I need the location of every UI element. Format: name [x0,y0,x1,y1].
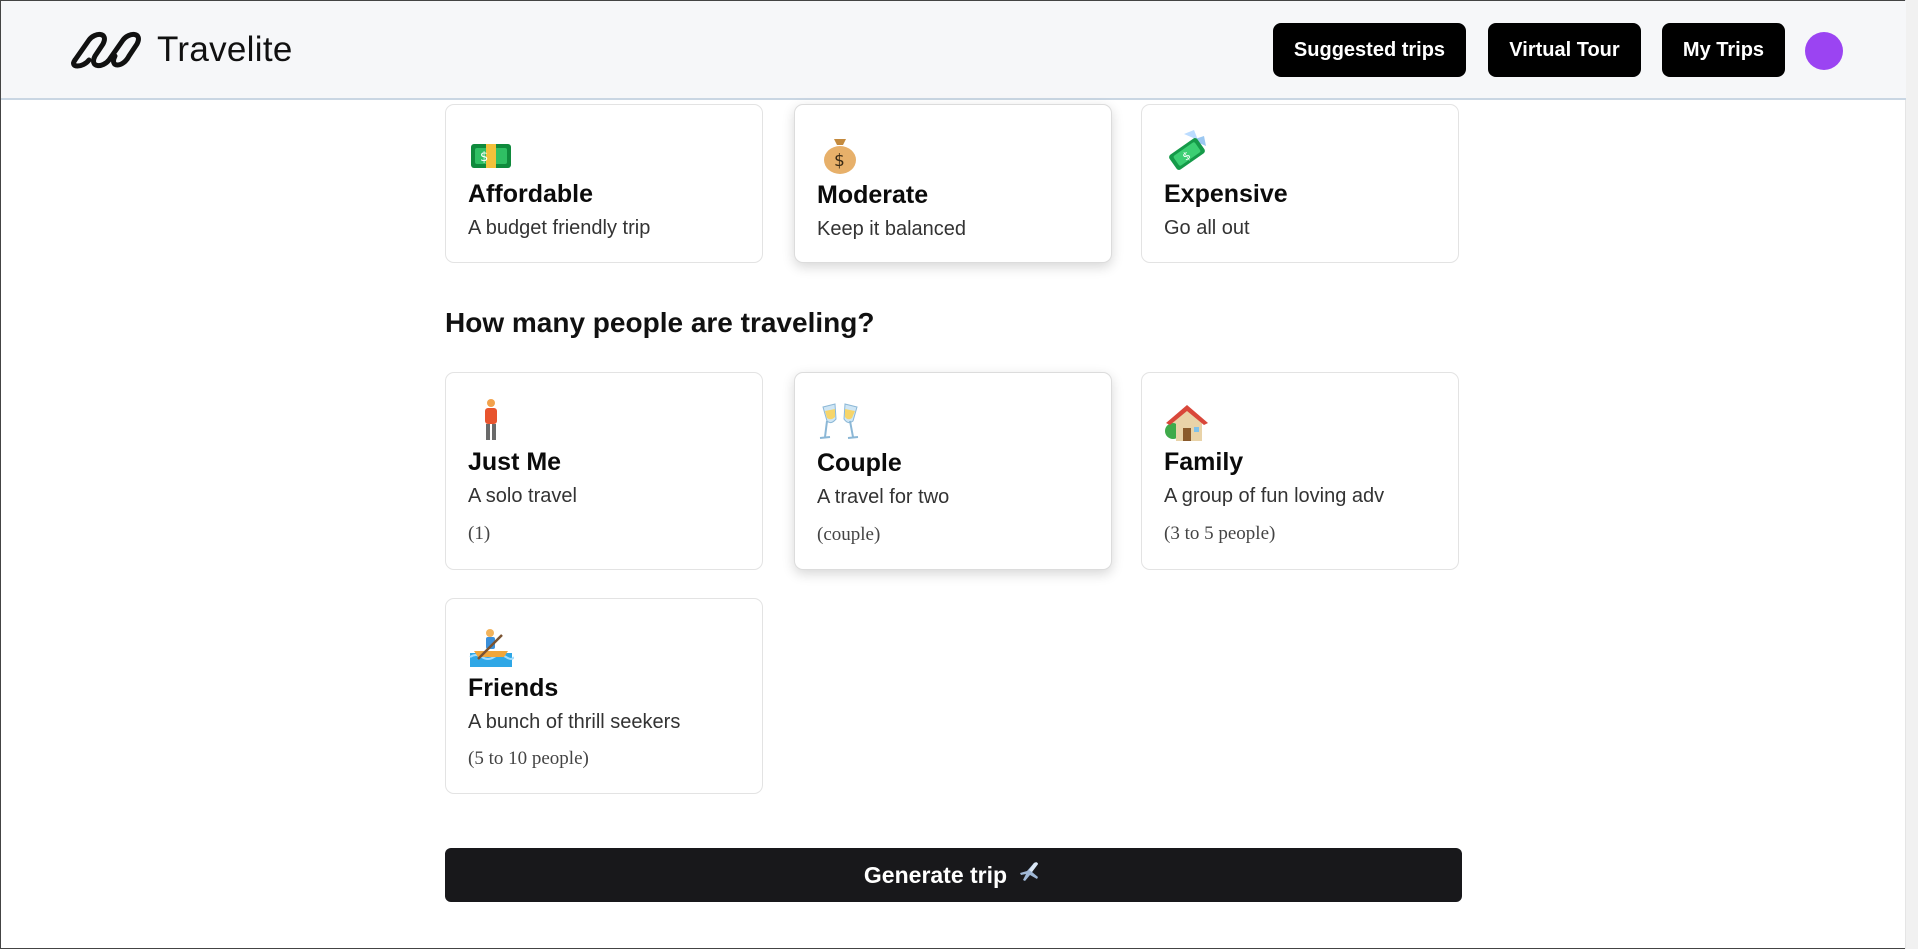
travelers-option-just-me[interactable]: Just Me A solo travel (1) [445,372,763,570]
option-description: Keep it balanced [817,218,967,240]
person-icon [468,397,514,443]
budget-option-affordable[interactable]: $ Affordable A budget friendly trip [445,104,763,263]
travelers-option-family[interactable]: Family A group of fun loving adv (3 to 5… [1141,372,1459,570]
house-icon [1164,401,1210,447]
option-description: A solo travel [468,485,577,507]
money-bill-icon: $ [468,132,514,178]
option-title: Family [1164,448,1244,476]
option-title: Just Me [468,448,562,476]
option-count: (3 to 5 people) [1164,523,1276,544]
option-title: Expensive [1164,180,1288,208]
travelers-option-couple[interactable]: Couple A travel for two (couple) [794,372,1112,570]
option-description: Go all out [1164,217,1250,239]
money-bag-icon: $ [817,131,863,177]
top-navbar: Travelite Suggested trips Virtual Tour M… [1,1,1906,100]
option-description: A bunch of thrill seekers [468,711,681,733]
option-description: A group of fun loving adv [1164,485,1385,507]
travelers-option-friends[interactable]: Friends A bunch of thrill seekers (5 to … [445,598,763,794]
option-description: A travel for two [817,486,950,508]
airplane-icon [1017,859,1043,891]
money-wings-icon: $ [1164,128,1210,174]
avatar[interactable] [1805,32,1843,70]
infinity-logo-icon [65,30,147,70]
brand[interactable]: Travelite [65,30,293,70]
rowboat-icon [468,623,514,669]
generate-trip-button[interactable]: Generate trip [445,848,1462,902]
budget-option-moderate[interactable]: $ Moderate Keep it balanced [794,104,1112,263]
option-count: (1) [468,523,491,544]
scrollbar[interactable] [1905,0,1918,949]
budget-option-expensive[interactable]: $ Expensive Go all out [1141,104,1459,263]
svg-text:$: $ [480,150,488,165]
my-trips-button[interactable]: My Trips [1662,23,1785,77]
option-title: Couple [817,449,902,477]
option-title: Friends [468,674,559,702]
champagne-glasses-icon [817,399,863,445]
brand-name: Travelite [157,30,293,69]
option-description: A budget friendly trip [468,217,651,239]
option-count: (5 to 10 people) [468,748,589,769]
option-title: Moderate [817,181,929,209]
option-title: Affordable [468,180,593,208]
option-count: (couple) [817,524,881,545]
generate-trip-label: Generate trip [863,861,1008,888]
suggested-trips-button[interactable]: Suggested trips [1273,23,1466,77]
virtual-tour-button[interactable]: Virtual Tour [1488,23,1641,77]
travelers-question: How many people are traveling? [445,307,875,338]
svg-text:$: $ [834,151,845,171]
